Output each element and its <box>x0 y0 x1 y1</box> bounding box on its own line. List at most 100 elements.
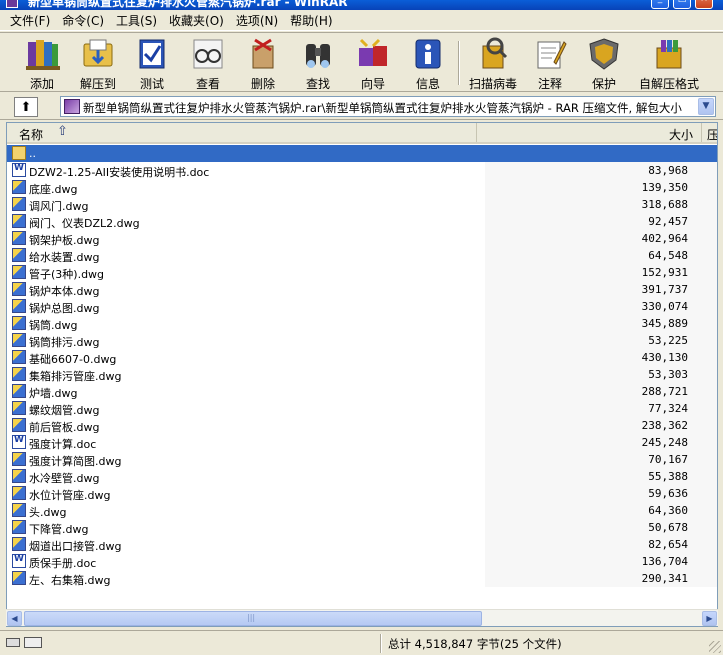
file-row[interactable]: 钢架护板.dwg 402,964 <box>7 230 717 247</box>
toolbar: 添加 解压到 测试 查看 删除 查找 向导 信息 扫描病毒 注释 保护 自解压格… <box>0 32 723 92</box>
address-field[interactable]: 新型单锅筒纵置式往复炉排水火管蒸汽锅炉.rar\新型单锅筒纵置式往复炉排水火管蒸… <box>60 96 716 117</box>
column-header-packed[interactable]: 压 <box>704 123 717 142</box>
info-button[interactable]: 信息 <box>400 36 456 91</box>
address-path: 新型单锅筒纵置式往复炉排水火管蒸汽锅炉.rar\新型单锅筒纵置式往复炉排水火管蒸… <box>83 101 682 115</box>
file-row[interactable]: 管子(3种).dwg 152,931 <box>7 264 717 281</box>
file-name: 螺纹烟管.dwg <box>29 404 100 417</box>
file-row[interactable]: 给水装置.dwg 64,548 <box>7 247 717 264</box>
file-name: 质保手册.doc <box>29 557 97 570</box>
file-row[interactable]: 左、右集箱.dwg 290,341 <box>7 570 717 587</box>
folder-icon <box>12 146 26 160</box>
shield-protect-icon <box>589 38 619 70</box>
status-drive-icons[interactable] <box>6 636 44 650</box>
menu-options[interactable]: 选项(N) <box>230 12 284 29</box>
dwg-drawing-icon <box>12 248 26 262</box>
menu-help[interactable]: 帮助(H) <box>284 12 338 29</box>
resize-grip[interactable] <box>709 641 721 653</box>
file-row[interactable]: 头.dwg 64,360 <box>7 502 717 519</box>
wizard-icon <box>359 38 387 66</box>
file-name: 水冷壁管.dwg <box>29 472 100 485</box>
file-row[interactable]: 锅筒.dwg 345,889 <box>7 315 717 332</box>
file-name: 烟道出口接管.dwg <box>29 540 122 553</box>
file-row[interactable]: 水位计管座.dwg 59,636 <box>7 485 717 502</box>
file-name: 钢架护板.dwg <box>29 234 100 247</box>
scroll-left-button[interactable]: ◀ <box>7 611 22 626</box>
close-button[interactable]: × <box>695 0 713 9</box>
file-name: DZW2-1.25-AII安装使用说明书.doc <box>29 166 210 179</box>
file-name: 阀门、仪表DZL2.dwg <box>29 217 140 230</box>
virus-scan-button[interactable]: 扫描病毒 <box>464 36 522 91</box>
file-row[interactable]: 烟道出口接管.dwg 82,654 <box>7 536 717 553</box>
file-row[interactable]: 水冷壁管.dwg 55,388 <box>7 468 717 485</box>
add-button[interactable]: 添加 <box>14 36 70 91</box>
file-size: 59,636 <box>648 487 688 500</box>
delete-button[interactable]: 删除 <box>235 36 291 91</box>
file-row[interactable]: 集箱排污管座.dwg 53,303 <box>7 366 717 383</box>
file-row[interactable]: 基础6607-0.dwg 430,130 <box>7 349 717 366</box>
status-bar: 总计 4,518,847 字节(25 个文件) <box>0 630 723 655</box>
file-size: 318,688 <box>641 198 688 211</box>
file-rows: .. DZW2-1.25-AII安装使用说明书.doc 83,968 底座.dwg 13… <box>7 145 717 587</box>
file-size: 83,968 <box>648 164 688 177</box>
maximize-button[interactable]: □ <box>673 0 691 9</box>
rar-archive-icon <box>64 99 80 114</box>
dwg-drawing-icon <box>12 520 26 534</box>
file-row[interactable]: 质保手册.doc 136,704 <box>7 553 717 570</box>
file-row[interactable]: 强度计算.doc 245,248 <box>7 434 717 451</box>
horizontal-scrollbar[interactable]: ◀ ▶ <box>6 609 718 626</box>
file-row[interactable]: 下降管.dwg 50,678 <box>7 519 717 536</box>
menu-commands[interactable]: 命令(C) <box>56 12 110 29</box>
view-button[interactable]: 查看 <box>180 36 236 91</box>
file-row[interactable]: 调风门.dwg 318,688 <box>7 196 717 213</box>
file-size: 290,341 <box>641 572 688 585</box>
protect-button[interactable]: 保护 <box>576 36 632 91</box>
menu-file[interactable]: 文件(F) <box>4 12 56 29</box>
file-size: 55,388 <box>648 470 688 483</box>
file-row[interactable]: 锅筒排污.dwg 53,225 <box>7 332 717 349</box>
file-row[interactable]: 前后管板.dwg 238,362 <box>7 417 717 434</box>
test-button[interactable]: 测试 <box>124 36 180 91</box>
dwg-drawing-icon <box>12 384 26 398</box>
comment-button[interactable]: 注释 <box>522 36 578 91</box>
up-folder-button[interactable]: ⬆ <box>14 97 38 117</box>
file-row[interactable]: 阀门、仪表DZL2.dwg 92,457 <box>7 213 717 230</box>
file-row[interactable]: DZW2-1.25-AII安装使用说明书.doc 83,968 <box>7 162 717 179</box>
file-row[interactable]: 锅炉总图.dwg 330,074 <box>7 298 717 315</box>
find-button[interactable]: 查找 <box>290 36 346 91</box>
file-name: 锅炉总图.dwg <box>29 302 100 315</box>
scroll-thumb[interactable] <box>24 611 482 626</box>
dwg-drawing-icon <box>12 452 26 466</box>
wizard-button[interactable]: 向导 <box>345 36 401 91</box>
menu-favorites[interactable]: 收藏夹(O) <box>163 12 230 29</box>
delete-box-icon <box>252 38 274 69</box>
menu-tools[interactable]: 工具(S) <box>110 12 163 29</box>
word-document-icon <box>12 435 26 449</box>
column-header-size[interactable]: 大小 <box>478 123 702 142</box>
address-dropdown-button[interactable]: ▼ <box>698 98 714 115</box>
file-name: 头.dwg <box>29 506 67 519</box>
file-row[interactable]: 强度计算简图.dwg 70,167 <box>7 451 717 468</box>
file-row[interactable]: 锅炉本体.dwg 391,737 <box>7 281 717 298</box>
scroll-right-button[interactable]: ▶ <box>702 611 717 626</box>
file-size: 139,350 <box>641 181 688 194</box>
minimize-button[interactable]: _ <box>651 0 669 9</box>
address-bar: ⬆ 新型单锅筒纵置式往复炉排水火管蒸汽锅炉.rar\新型单锅筒纵置式往复炉排水火… <box>0 93 723 120</box>
file-size: 64,548 <box>648 249 688 262</box>
file-row[interactable]: 炉墙.dwg 288,721 <box>7 383 717 400</box>
dwg-drawing-icon <box>12 469 26 483</box>
file-name: 水位计管座.dwg <box>29 489 111 502</box>
extract-to-button[interactable]: 解压到 <box>70 36 126 91</box>
dwg-drawing-icon <box>12 265 26 279</box>
info-icon <box>415 39 441 69</box>
dwg-drawing-icon <box>12 231 26 245</box>
test-check-icon <box>139 39 165 69</box>
file-row[interactable]: 底座.dwg 139,350 <box>7 179 717 196</box>
file-name: 锅筒.dwg <box>29 319 78 332</box>
file-size: 64,360 <box>648 504 688 517</box>
dwg-drawing-icon <box>12 350 26 364</box>
column-header-name[interactable]: 名称 ⇧ <box>7 123 477 142</box>
parent-folder-row[interactable]: .. <box>7 145 717 162</box>
sfx-button[interactable]: 自解压格式 <box>634 36 704 91</box>
file-name: 炉墙.dwg <box>29 387 78 400</box>
file-row[interactable]: 螺纹烟管.dwg 77,324 <box>7 400 717 417</box>
